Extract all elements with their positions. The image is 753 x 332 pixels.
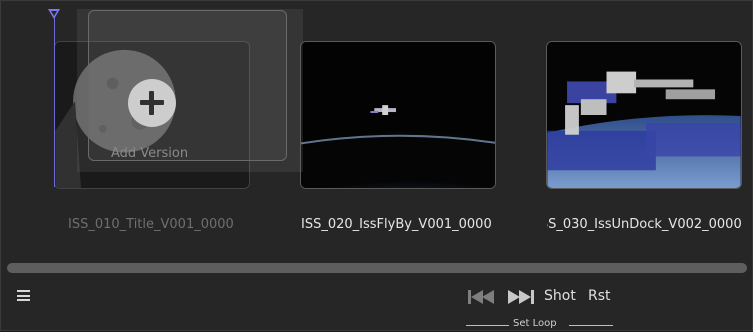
shot-button[interactable]: Shot: [544, 288, 576, 304]
flyby-thumbnail-image: [301, 42, 495, 188]
skip-forward-icon[interactable]: [507, 289, 535, 305]
hamburger-menu-icon[interactable]: [17, 290, 30, 301]
shot-label-2: ISS_020_IssFlyBy_V001_0000: [301, 217, 492, 232]
set-loop-label[interactable]: Set Loop: [513, 318, 557, 329]
shot-label-1: ISS_010_Title_V001_0000: [68, 217, 234, 232]
reset-button[interactable]: Rst: [588, 288, 611, 304]
add-version-card[interactable]: [88, 10, 287, 161]
add-version-label: Add Version: [111, 146, 189, 161]
bottom-toolbar: [1, 277, 753, 332]
timeline-panel: Add Version ISS_010_Title_V001_0000 ISS_…: [0, 0, 753, 331]
plus-icon-vertical: [149, 91, 154, 115]
playhead-marker-icon[interactable]: [48, 9, 60, 19]
shot-label-3-text: ISS_030_IssUnDock_V002_0000: [547, 217, 742, 232]
shot-thumbnail-2[interactable]: [300, 41, 496, 189]
add-version-button[interactable]: [128, 79, 176, 127]
shot-label-3: ISS_030_IssUnDock_V002_0000: [547, 217, 747, 232]
set-loop-divider-right: [569, 325, 613, 326]
horizontal-scrollbar[interactable]: [7, 263, 747, 273]
undock-thumbnail-image: [547, 42, 741, 188]
shot-thumbnail-3[interactable]: [546, 41, 742, 189]
playhead-line[interactable]: [54, 15, 55, 187]
set-loop-divider-left: [466, 325, 509, 326]
skip-back-icon[interactable]: [467, 289, 495, 305]
